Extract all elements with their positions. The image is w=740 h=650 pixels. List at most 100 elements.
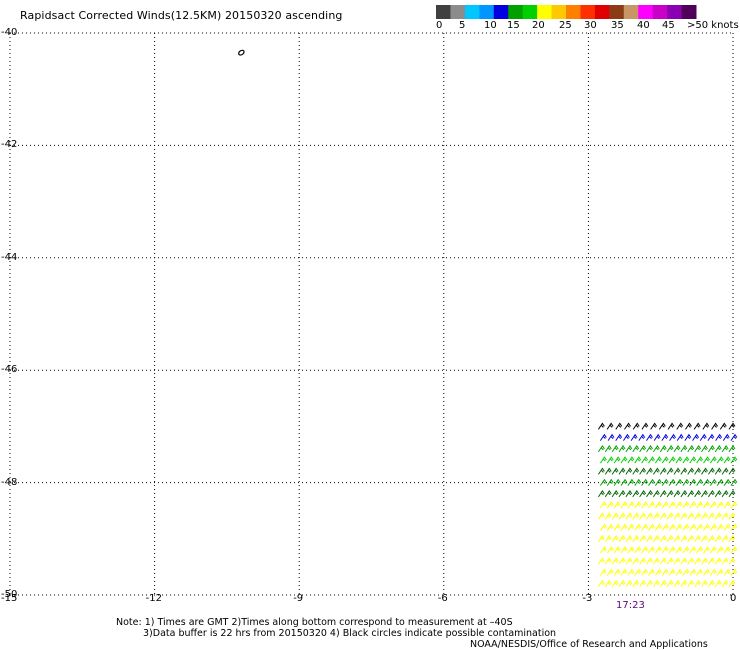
wind-barb	[606, 568, 614, 576]
wind-barb	[597, 557, 605, 565]
wind-barb	[654, 568, 662, 576]
wind-barb	[632, 467, 640, 475]
wind-barb	[627, 523, 635, 531]
y-tick-label: -46	[1, 364, 18, 376]
wind-barb	[624, 422, 631, 430]
wind-barb	[618, 444, 626, 453]
wind-barb	[728, 467, 736, 475]
wind-barb	[667, 422, 675, 430]
wind-barb	[654, 456, 662, 464]
wind-barb	[730, 568, 738, 576]
wind-barb	[723, 478, 731, 486]
wind-barb	[703, 568, 710, 576]
wind-barb	[714, 557, 722, 565]
wind-barb	[714, 489, 722, 498]
wind-barb	[632, 557, 640, 565]
wind-barb	[661, 568, 669, 576]
wind-barb	[661, 501, 669, 509]
wind-barb	[723, 456, 731, 464]
wind-barb	[730, 478, 738, 486]
wind-barb	[728, 444, 736, 453]
wind-barb	[701, 579, 708, 588]
y-tick-label: -42	[1, 139, 18, 151]
wind-barb	[632, 422, 640, 430]
wind-barb	[597, 579, 605, 588]
wind-barb	[606, 546, 614, 554]
note-line-1: Note: 1) Times are GMT 2)Times along bot…	[116, 617, 513, 628]
wind-barb	[618, 534, 626, 543]
wind-barb	[646, 433, 653, 441]
wind-barb	[687, 512, 695, 520]
wind-map-plot	[9, 32, 738, 596]
wind-barb	[606, 501, 614, 509]
wind-barb	[707, 579, 715, 588]
wind-barb	[730, 523, 738, 531]
wind-barb	[696, 546, 704, 554]
wind-barb	[646, 579, 653, 588]
wind-barb	[641, 546, 649, 554]
wind-barb	[694, 467, 702, 475]
wind-barb	[673, 444, 681, 453]
wind-barb	[668, 568, 676, 576]
wind-barb	[703, 501, 710, 509]
wind-barb	[687, 489, 695, 498]
wind-barb	[730, 546, 738, 554]
wind-barb	[701, 467, 708, 475]
wind-barb	[639, 579, 647, 588]
wind-barb	[639, 444, 647, 453]
wind-barb	[615, 433, 623, 441]
wind-barb	[618, 489, 626, 498]
wind-barb	[659, 579, 667, 588]
wind-barb	[632, 579, 640, 588]
wind-barb	[696, 478, 704, 486]
wind-barb	[680, 444, 688, 453]
wind-barb	[611, 489, 619, 498]
wind-barb	[714, 467, 722, 475]
wind-barb	[707, 557, 715, 565]
wind-barb	[659, 467, 667, 475]
wind-barb	[611, 444, 619, 453]
wind-barb	[597, 444, 605, 453]
x-tick-label: -15	[1, 593, 18, 604]
wind-barb	[721, 467, 729, 475]
wind-barb	[661, 456, 669, 464]
wind-barb	[604, 489, 612, 498]
note-line-3: NOAA/NESDIS/Office of Research and Appli…	[470, 639, 708, 650]
wind-barb	[620, 546, 628, 554]
wind-barb	[687, 467, 695, 475]
wind-barb	[599, 568, 607, 576]
x-tick-label: 0	[730, 593, 737, 604]
wind-barb	[714, 579, 722, 588]
wind-barb	[652, 557, 660, 565]
wind-barb	[701, 444, 708, 453]
wind-barb	[707, 512, 715, 520]
wind-barb	[714, 444, 722, 453]
wind-barb	[661, 433, 669, 441]
wind-barb	[634, 568, 642, 576]
wind-barb	[630, 433, 638, 441]
wind-barb	[687, 579, 695, 588]
wind-barb	[673, 534, 681, 543]
wind-barb	[685, 422, 692, 430]
contamination-marker	[238, 49, 245, 56]
wind-barb	[597, 467, 605, 475]
wind-barb	[680, 534, 688, 543]
wind-barb	[714, 512, 722, 520]
wind-barb	[646, 489, 653, 498]
wind-barb	[620, 568, 628, 576]
wind-barb	[597, 512, 605, 520]
wind-barb	[599, 456, 607, 464]
wind-barb	[604, 512, 612, 520]
wind-barb	[728, 512, 736, 520]
wind-barb	[721, 557, 729, 565]
wind-barb	[604, 579, 612, 588]
wind-barb	[638, 433, 646, 441]
x-tick-label: -9	[293, 593, 304, 604]
wind-barb	[716, 546, 724, 554]
wind-barb	[689, 523, 697, 531]
wind-barb	[721, 444, 729, 453]
wind-barb	[668, 523, 676, 531]
wind-barb	[627, 456, 635, 464]
wind-barb	[694, 444, 702, 453]
note-line-2: 3)Data buffer is 22 hrs from 20150320 4)…	[143, 628, 557, 639]
